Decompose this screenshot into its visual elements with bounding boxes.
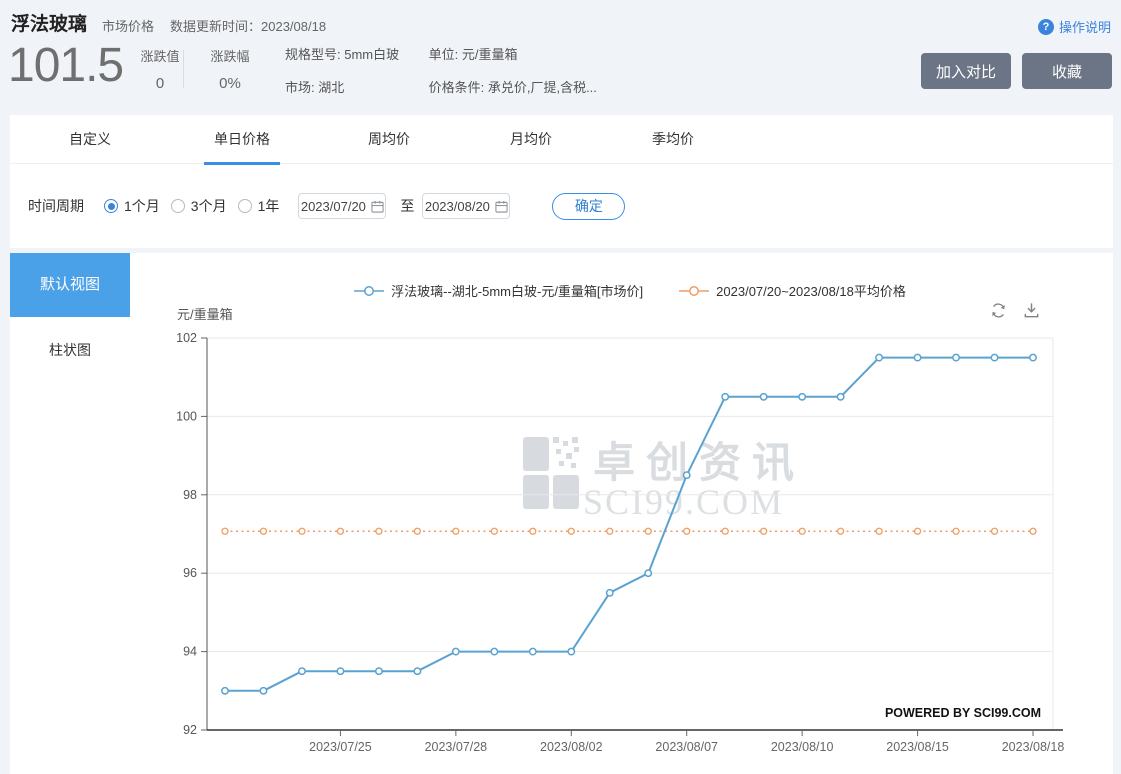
- chart-card: 默认视图 柱状图 浮法玻璃--湖北-5mm白玻-元/重量箱[市场价] 2023/…: [10, 253, 1113, 774]
- price-condition: 价格条件: 承兑价,厂提,含税...: [428, 80, 597, 95]
- market-price-label: 市场价格: [102, 19, 155, 34]
- svg-text:2023/07/28: 2023/07/28: [425, 740, 488, 754]
- svg-text:2023/07/25: 2023/07/25: [309, 740, 372, 754]
- change-value-block: 涨跌值 0: [130, 46, 190, 92]
- radio-icon: [170, 199, 185, 213]
- radio-1-month[interactable]: 1个月: [104, 196, 160, 216]
- calendar-icon: [495, 200, 508, 213]
- help-label: 操作说明: [1058, 20, 1111, 35]
- svg-text:98: 98: [183, 488, 197, 502]
- market-region: 市场: 湖北: [285, 80, 345, 95]
- spec-info: 规格型号: 5mm白玻 单位: 元/重量箱 市场: 湖北 价格条件: 承兑价,厂…: [285, 44, 597, 110]
- tab-custom[interactable]: 自定义: [69, 115, 111, 164]
- svg-text:2023/08/02: 2023/08/02: [540, 740, 603, 754]
- header-buttons: 加入对比 收藏: [921, 53, 1112, 89]
- tab-bar: 自定义 单日价格 周均价 月均价 季均价: [10, 115, 1113, 164]
- question-icon: ?: [1037, 18, 1054, 35]
- change-value: 0: [155, 75, 165, 92]
- time-filter-row: 时间周期 1个月 3个月 1年 2023/07/20 至 2023/08/20 …: [28, 191, 626, 221]
- svg-text:102: 102: [176, 331, 197, 345]
- confirm-button[interactable]: 确定: [552, 192, 626, 220]
- data-update-time: 数据更新时间：2023/08/18: [170, 19, 327, 34]
- svg-text:100: 100: [176, 409, 197, 423]
- tabs-filter-card: 自定义 单日价格 周均价 月均价 季均价 时间周期 1个月 3个月 1年 202…: [10, 115, 1113, 248]
- divider: [183, 50, 184, 88]
- price-detail-page: { "header": { "title": "浮法玻璃", "subtitle…: [0, 0, 1121, 774]
- end-date-input[interactable]: 2023/08/20: [422, 193, 511, 219]
- svg-text:94: 94: [183, 645, 197, 659]
- unit-label: 单位: 元/重量箱: [428, 47, 518, 62]
- svg-text:2023/08/10: 2023/08/10: [771, 740, 834, 754]
- svg-text:2023/08/07: 2023/08/07: [655, 740, 718, 754]
- change-pct-value: 0%: [219, 75, 241, 92]
- tab-quarterly-avg[interactable]: 季均价: [652, 115, 694, 164]
- svg-text:元/重量箱: 元/重量箱: [177, 307, 233, 322]
- svg-text:2023/08/15: 2023/08/15: [886, 740, 949, 754]
- svg-text:92: 92: [183, 723, 197, 737]
- radio-icon: [104, 199, 118, 213]
- svg-text:96: 96: [183, 566, 197, 580]
- tab-weekly-avg[interactable]: 周均价: [368, 115, 410, 164]
- svg-text:2023/08/18: 2023/08/18: [1002, 740, 1065, 754]
- radio-icon: [237, 199, 252, 213]
- help-link[interactable]: ? 操作说明: [1037, 17, 1111, 36]
- spec-model: 规格型号: 5mm白玻: [285, 47, 400, 62]
- add-compare-button[interactable]: 加入对比: [921, 53, 1011, 89]
- tab-daily-price[interactable]: 单日价格: [214, 115, 270, 164]
- radio-1-year[interactable]: 1年: [237, 196, 279, 216]
- start-date-input[interactable]: 2023/07/20: [298, 193, 387, 219]
- favorite-button[interactable]: 收藏: [1022, 53, 1112, 89]
- radio-3-month[interactable]: 3个月: [170, 196, 227, 216]
- calendar-icon: [371, 200, 384, 213]
- price-line-chart[interactable]: 92 94 96 98 100 102 元/重量箱 2023/07/25 2023/07/28 2…: [10, 253, 1113, 774]
- header: 浮法玻璃 市场价格 数据更新时间：2023/08/18 ? 操作说明 101.5…: [0, 0, 1121, 112]
- change-value-label: 涨跌值: [140, 49, 180, 64]
- change-pct-block: 涨跌幅 0%: [200, 46, 260, 92]
- tab-monthly-avg[interactable]: 月均价: [510, 115, 552, 164]
- to-label: 至: [400, 198, 415, 214]
- page-title: 浮法玻璃: [11, 14, 88, 35]
- powered-by-label: POWERED BY SCI99.COM: [884, 706, 1041, 720]
- current-price: 101.5: [8, 39, 124, 92]
- period-label: 时间周期: [28, 198, 84, 214]
- change-pct-label: 涨跌幅: [210, 49, 250, 64]
